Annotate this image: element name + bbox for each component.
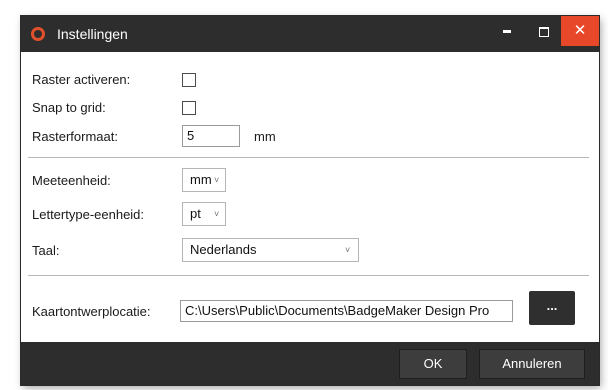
maximize-icon	[539, 26, 549, 37]
section-divider	[28, 275, 589, 276]
snap-to-grid-checkbox[interactable]	[182, 101, 196, 115]
design-location-input[interactable]: C:\Users\Public\Documents\BadgeMaker Des…	[180, 300, 513, 322]
settings-dialog: Instellingen ✕ Raster activeren: Snap to…	[21, 16, 599, 385]
grid-size-input[interactable]: 5	[182, 125, 240, 147]
maximize-button[interactable]	[526, 16, 562, 46]
chevron-down-icon: ˅	[214, 175, 220, 185]
dialog-footer: OK Annuleren	[21, 342, 599, 385]
minimize-icon	[503, 30, 511, 34]
window-title: Instellingen	[57, 26, 128, 42]
chevron-down-icon: ˅	[345, 245, 351, 255]
grid-size-unit: mm	[254, 129, 276, 144]
settings-form: Raster activeren: Snap to grid: Rasterfo…	[21, 52, 599, 342]
font-unit-label: Lettertype-eenheid:	[32, 207, 145, 222]
font-unit-select[interactable]: pt ˅	[182, 202, 226, 226]
chevron-down-icon: ˅	[214, 209, 220, 219]
measure-unit-value: mm	[190, 172, 212, 187]
grid-enable-label: Raster activeren:	[32, 72, 131, 87]
cancel-button[interactable]: Annuleren	[479, 349, 585, 379]
language-value: Nederlands	[190, 242, 257, 257]
close-icon: ✕	[573, 22, 587, 39]
title-bar[interactable]: Instellingen ✕	[21, 16, 599, 52]
ok-button[interactable]: OK	[399, 349, 467, 379]
language-label: Taal:	[32, 243, 60, 258]
font-unit-value: pt	[190, 206, 201, 221]
section-divider	[28, 157, 589, 158]
grid-size-label: Rasterformaat:	[32, 129, 118, 144]
app-logo-icon	[31, 27, 45, 41]
measure-unit-label: Meeteenheid:	[32, 173, 111, 188]
close-button[interactable]: ✕	[561, 16, 599, 46]
language-select[interactable]: Nederlands ˅	[182, 238, 359, 262]
grid-enable-checkbox[interactable]	[182, 73, 196, 87]
snap-to-grid-label: Snap to grid:	[32, 100, 106, 115]
browse-button[interactable]: ...	[529, 291, 575, 325]
design-location-label: Kaartontwerplocatie:	[32, 304, 151, 319]
minimize-button[interactable]	[489, 16, 525, 46]
measure-unit-select[interactable]: mm ˅	[182, 168, 226, 192]
